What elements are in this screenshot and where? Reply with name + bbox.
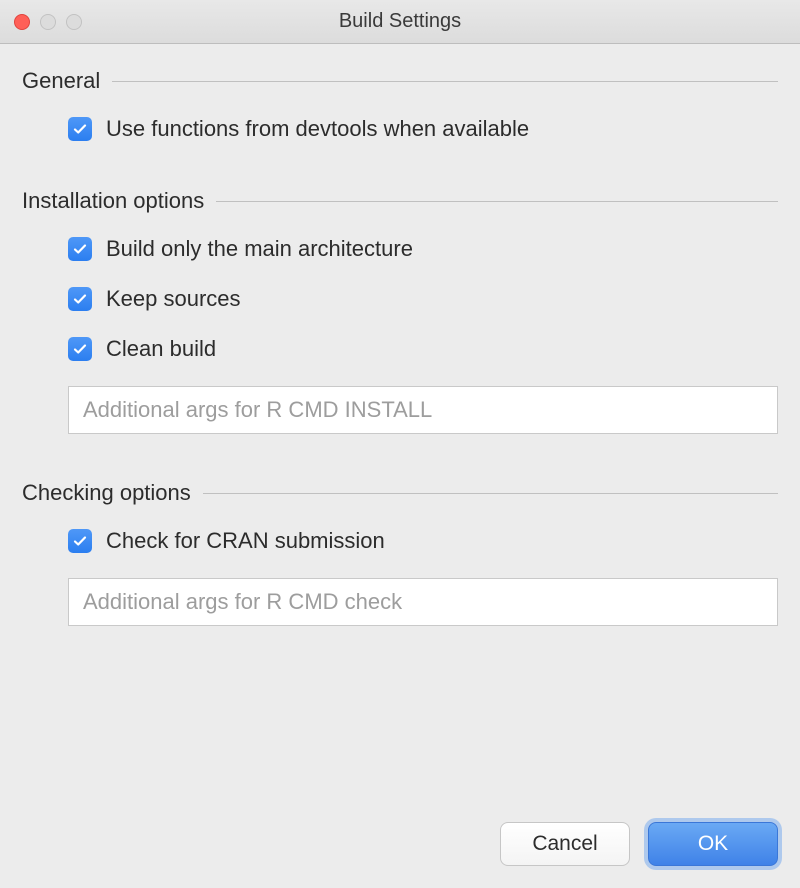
- checkmark-icon: [72, 121, 88, 137]
- divider: [112, 81, 778, 82]
- checkbox-use-devtools[interactable]: [68, 117, 92, 141]
- option-keep-sources: Keep sources: [68, 286, 778, 312]
- label-clean-build: Clean build: [106, 336, 216, 362]
- window-controls: [14, 14, 82, 30]
- checkbox-build-main-arch[interactable]: [68, 237, 92, 261]
- option-check-cran: Check for CRAN submission: [68, 528, 778, 554]
- section-title-installation: Installation options: [22, 188, 204, 214]
- divider: [203, 493, 778, 494]
- label-use-devtools: Use functions from devtools when availab…: [106, 116, 529, 142]
- dialog-content: General Use functions from devtools when…: [0, 44, 800, 762]
- checkmark-icon: [72, 241, 88, 257]
- section-general: General Use functions from devtools when…: [22, 68, 778, 142]
- check-args-input[interactable]: [68, 578, 778, 626]
- section-title-general: General: [22, 68, 100, 94]
- section-header-general: General: [22, 68, 778, 94]
- label-check-cran: Check for CRAN submission: [106, 528, 385, 554]
- option-use-devtools: Use functions from devtools when availab…: [68, 116, 778, 142]
- label-build-main-arch: Build only the main architecture: [106, 236, 413, 262]
- ok-button[interactable]: OK: [648, 822, 778, 866]
- section-title-checking: Checking options: [22, 480, 191, 506]
- option-build-main-arch: Build only the main architecture: [68, 236, 778, 262]
- checkmark-icon: [72, 533, 88, 549]
- divider: [216, 201, 778, 202]
- titlebar: Build Settings: [0, 0, 800, 44]
- section-header-checking: Checking options: [22, 480, 778, 506]
- option-clean-build: Clean build: [68, 336, 778, 362]
- close-icon[interactable]: [14, 14, 30, 30]
- checkbox-keep-sources[interactable]: [68, 287, 92, 311]
- window-title: Build Settings: [0, 10, 800, 33]
- section-header-installation: Installation options: [22, 188, 778, 214]
- checkmark-icon: [72, 341, 88, 357]
- section-checking: Checking options Check for CRAN submissi…: [22, 480, 778, 626]
- section-installation: Installation options Build only the main…: [22, 188, 778, 434]
- checkmark-icon: [72, 291, 88, 307]
- checkbox-check-cran[interactable]: [68, 529, 92, 553]
- label-keep-sources: Keep sources: [106, 286, 241, 312]
- minimize-icon[interactable]: [40, 14, 56, 30]
- install-args-input[interactable]: [68, 386, 778, 434]
- checkbox-clean-build[interactable]: [68, 337, 92, 361]
- button-bar: Cancel OK: [500, 822, 778, 866]
- cancel-button[interactable]: Cancel: [500, 822, 630, 866]
- maximize-icon[interactable]: [66, 14, 82, 30]
